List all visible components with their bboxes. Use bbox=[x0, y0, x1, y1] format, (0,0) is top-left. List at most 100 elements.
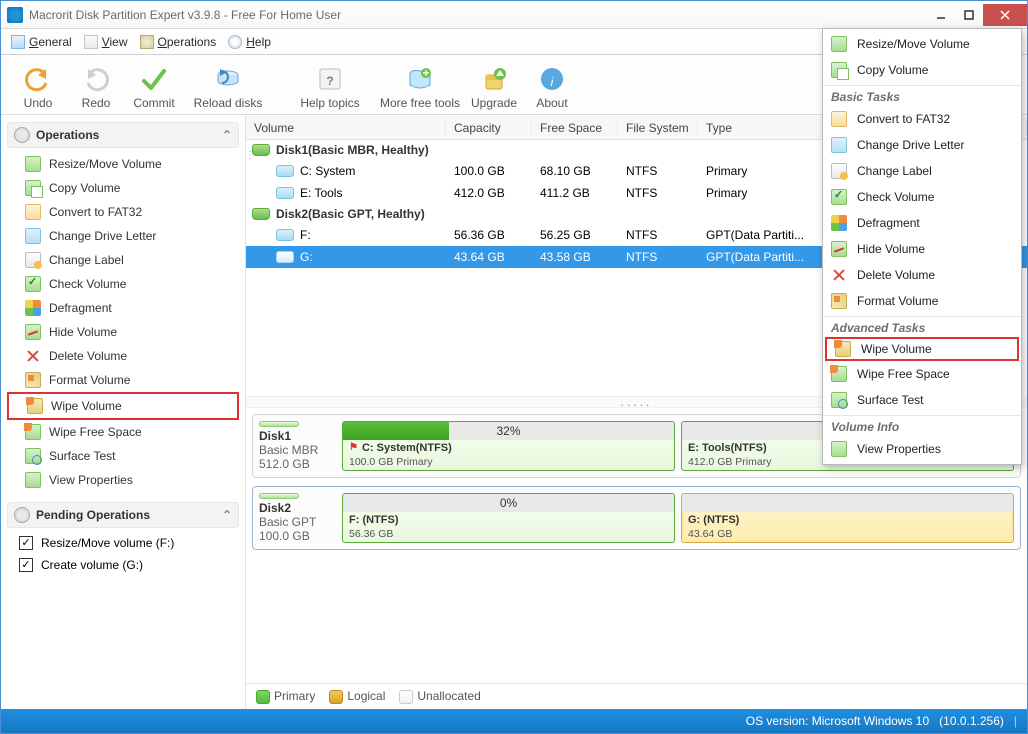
disk-icon bbox=[259, 493, 299, 499]
ctx-item-wipe-free-space[interactable]: Wipe Free Space bbox=[823, 361, 1021, 387]
ctx-item-copy-volume[interactable]: Copy Volume bbox=[823, 57, 1021, 83]
pending-operations-header[interactable]: Pending Operations ⌃ bbox=[7, 502, 239, 528]
ctx-item-wipe-volume[interactable]: Wipe Volume bbox=[825, 337, 1019, 361]
more-free-tools-button[interactable]: +More free tools bbox=[375, 64, 465, 110]
redo-button[interactable]: Redo bbox=[67, 64, 125, 110]
ctx-item-label: View Properties bbox=[857, 442, 941, 456]
ctx-item-delete-volume[interactable]: Delete Volume bbox=[823, 262, 1021, 288]
ctx-item-check-volume[interactable]: Check Volume bbox=[823, 184, 1021, 210]
operations-header[interactable]: Operations ⌃ bbox=[7, 122, 239, 148]
ctx-item-format-volume[interactable]: Format Volume bbox=[823, 288, 1021, 314]
ctx-item-view-properties[interactable]: View Properties bbox=[823, 436, 1021, 462]
ctx-group-advanced-tasks: Advanced Tasks bbox=[823, 316, 1021, 337]
delete-icon bbox=[25, 348, 41, 364]
svg-text:+: + bbox=[422, 66, 429, 80]
partition-box[interactable]: G: (NTFS)43.64 GB bbox=[681, 493, 1014, 543]
sidebar-item-resize-move-volume[interactable]: Resize/Move Volume bbox=[7, 152, 239, 176]
upgrade-button[interactable]: Upgrade bbox=[465, 64, 523, 110]
pending-item[interactable]: Resize/Move volume (F:) bbox=[7, 532, 239, 554]
svg-text:i: i bbox=[551, 75, 554, 89]
pending-list: Resize/Move volume (F:) Create volume (G:… bbox=[7, 532, 239, 576]
sidebar-item-wipe-volume[interactable]: Wipe Volume bbox=[7, 392, 239, 420]
sidebar-item-change-drive-letter[interactable]: Change Drive Letter bbox=[7, 224, 239, 248]
sidebar-item-convert-to-fat32[interactable]: Convert to FAT32 bbox=[7, 200, 239, 224]
close-button[interactable] bbox=[983, 4, 1027, 26]
col-free-space[interactable]: Free Space bbox=[532, 121, 618, 135]
sidebar-item-label: Defragment bbox=[49, 301, 112, 315]
check-icon bbox=[831, 189, 847, 205]
partition-sublabel: 56.36 GB bbox=[343, 528, 674, 540]
ctx-item-convert-to-fat32[interactable]: Convert to FAT32 bbox=[823, 106, 1021, 132]
label-icon bbox=[831, 163, 847, 179]
disk-scheme: Basic MBR bbox=[259, 443, 318, 457]
format-icon bbox=[831, 293, 847, 309]
ctx-item-label: Wipe Volume bbox=[861, 342, 932, 356]
chevron-up-icon: ⌃ bbox=[222, 508, 232, 522]
volume-capacity: 43.64 GB bbox=[446, 250, 532, 264]
sidebar-item-label: Format Volume bbox=[49, 373, 130, 387]
menu-general[interactable]: General bbox=[5, 33, 78, 51]
check-icon bbox=[25, 276, 41, 292]
ctx-item-label: Check Volume bbox=[857, 190, 934, 204]
legend: Primary Logical Unallocated bbox=[246, 683, 1027, 709]
disk-title: Disk1(Basic MBR, Healthy) bbox=[276, 143, 429, 157]
os-version: OS version: Microsoft Windows 10 bbox=[746, 714, 929, 728]
surface-icon bbox=[831, 392, 847, 408]
menu-view[interactable]: View bbox=[78, 33, 134, 51]
ctx-item-label: Change Drive Letter bbox=[857, 138, 964, 152]
partition-label: G: (NTFS) bbox=[682, 512, 1013, 528]
props-icon bbox=[831, 441, 847, 457]
resize-icon bbox=[831, 36, 847, 52]
partition-box[interactable]: 0%F: (NTFS)56.36 GB bbox=[342, 493, 675, 543]
sidebar-item-wipe-free-space[interactable]: Wipe Free Space bbox=[7, 420, 239, 444]
sidebar-item-change-label[interactable]: Change Label bbox=[7, 248, 239, 272]
pending-header-label: Pending Operations bbox=[36, 508, 150, 522]
disk-card-2[interactable]: Disk2 Basic GPT 100.0 GB 0%F: (NTFS)56.3… bbox=[252, 486, 1021, 550]
sidebar-item-label: Check Volume bbox=[49, 277, 126, 291]
ctx-item-change-label[interactable]: Change Label bbox=[823, 158, 1021, 184]
wipefs-icon bbox=[831, 366, 847, 382]
sidebar-item-hide-volume[interactable]: Hide Volume bbox=[7, 320, 239, 344]
sidebar-item-format-volume[interactable]: Format Volume bbox=[7, 368, 239, 392]
disk-size: 512.0 GB bbox=[259, 457, 310, 471]
disk-icon bbox=[259, 421, 299, 427]
sidebar-item-surface-test[interactable]: Surface Test bbox=[7, 444, 239, 468]
ctx-item-hide-volume[interactable]: Hide Volume bbox=[823, 236, 1021, 262]
col-capacity[interactable]: Capacity bbox=[446, 121, 532, 135]
ctx-item-change-drive-letter[interactable]: Change Drive Letter bbox=[823, 132, 1021, 158]
disk-info: Disk2 Basic GPT 100.0 GB bbox=[259, 493, 334, 543]
disk-info: Disk1 Basic MBR 512.0 GB bbox=[259, 421, 334, 471]
undo-button[interactable]: Undo bbox=[9, 64, 67, 110]
volume-fs: NTFS bbox=[618, 228, 698, 242]
sidebar-item-view-properties[interactable]: View Properties bbox=[7, 468, 239, 492]
checkbox-checked-icon bbox=[19, 558, 33, 572]
ctx-item-defragment[interactable]: Defragment bbox=[823, 210, 1021, 236]
help-topics-button[interactable]: ?Help topics bbox=[285, 64, 375, 110]
sidebar-resize-handle[interactable]: ⋮ bbox=[245, 150, 254, 161]
sidebar-item-copy-volume[interactable]: Copy Volume bbox=[7, 176, 239, 200]
pending-item-label: Resize/Move volume (F:) bbox=[41, 536, 174, 550]
minimize-button[interactable] bbox=[927, 4, 955, 26]
ctx-item-surface-test[interactable]: Surface Test bbox=[823, 387, 1021, 413]
menu-operations[interactable]: Operations bbox=[134, 33, 223, 51]
about-button[interactable]: iAbout bbox=[523, 64, 581, 110]
ctx-item-label: Convert to FAT32 bbox=[857, 112, 950, 126]
ctx-item-resize-move-volume[interactable]: Resize/Move Volume bbox=[823, 31, 1021, 57]
sidebar-item-delete-volume[interactable]: Delete Volume bbox=[7, 344, 239, 368]
sidebar-item-defragment[interactable]: Defragment bbox=[7, 296, 239, 320]
col-file-system[interactable]: File System bbox=[618, 121, 698, 135]
disk-title: Disk2(Basic GPT, Healthy) bbox=[276, 207, 425, 221]
disk-name: Disk1 bbox=[259, 429, 291, 443]
menu-help[interactable]: Help bbox=[222, 33, 277, 51]
sidebar-item-label: Wipe Volume bbox=[51, 399, 122, 413]
volume-free: 56.25 GB bbox=[532, 228, 618, 242]
col-volume[interactable]: Volume bbox=[246, 121, 446, 135]
hide-icon bbox=[831, 241, 847, 257]
reload-disks-button[interactable]: Reload disks bbox=[183, 64, 273, 110]
sidebar-item-check-volume[interactable]: Check Volume bbox=[7, 272, 239, 296]
commit-button[interactable]: Commit bbox=[125, 64, 183, 110]
maximize-button[interactable] bbox=[955, 4, 983, 26]
ctx-item-label: Surface Test bbox=[857, 393, 923, 407]
partition-box[interactable]: 32%⚑C: System(NTFS)100.0 GB Primary bbox=[342, 421, 675, 471]
pending-item[interactable]: Create volume (G:) bbox=[7, 554, 239, 576]
